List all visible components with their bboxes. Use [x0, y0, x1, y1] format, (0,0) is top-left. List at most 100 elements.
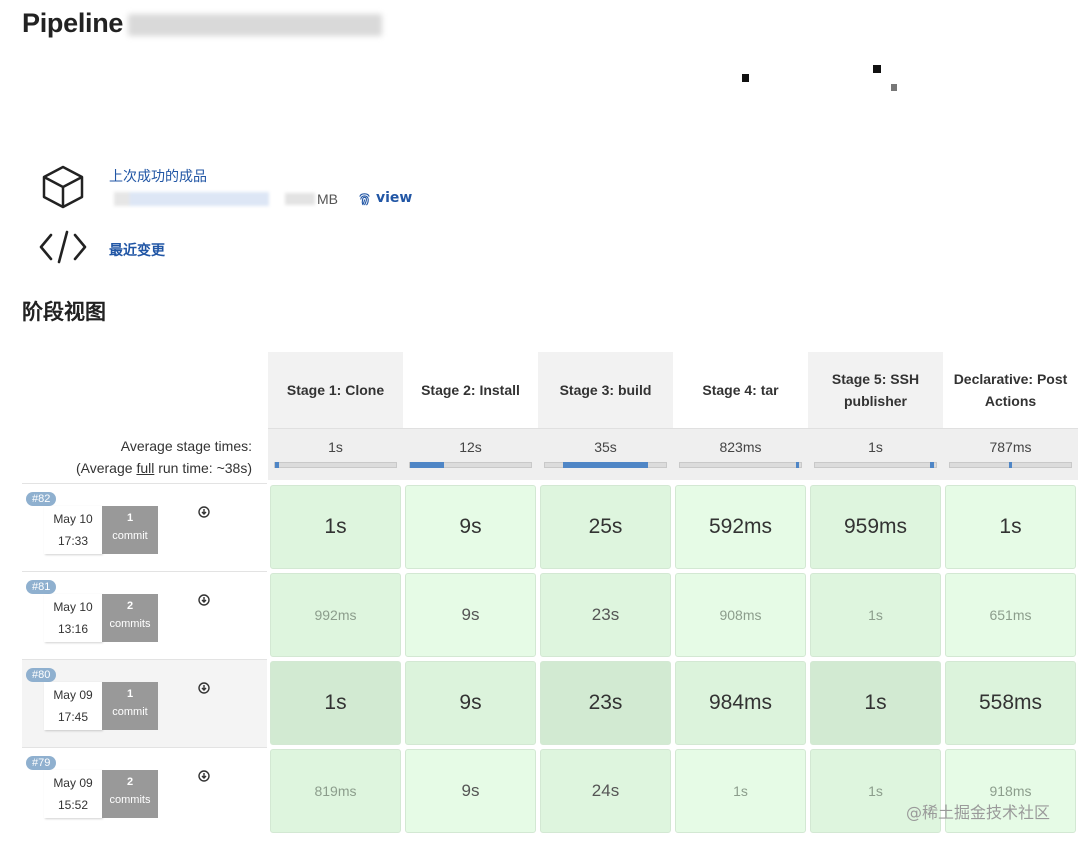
- stage-result-cell[interactable]: 9s: [405, 573, 536, 657]
- build-row-info[interactable]: #79 May 09 15:52 2 commits: [22, 747, 267, 835]
- view-fingerprint-link[interactable]: view: [357, 190, 412, 206]
- stage-result-cell[interactable]: 1s: [675, 749, 806, 833]
- stage-result-cell[interactable]: 1s: [270, 485, 401, 569]
- stage-average-time: 35s: [594, 439, 617, 455]
- commit-label: commits: [109, 794, 151, 806]
- stage-result-cell[interactable]: 984ms: [675, 661, 806, 745]
- artifact-size-unit: MB: [317, 191, 338, 207]
- stage-result-cell[interactable]: 9s: [405, 749, 536, 833]
- page-title: Pipeline: [22, 8, 124, 38]
- commits-button[interactable]: 2 commits: [102, 770, 158, 818]
- stage-average-bar: [544, 462, 667, 468]
- stage-result-cell[interactable]: 9s: [405, 485, 536, 569]
- build-row-info[interactable]: #82 May 10 17:33 1 commit: [22, 483, 267, 571]
- download-icon[interactable]: [198, 594, 210, 606]
- commit-count: 1: [126, 688, 134, 700]
- build-date-time: 15:52: [57, 798, 89, 812]
- stage-header: Stage 4: tar: [673, 352, 808, 428]
- commit-count: 1: [126, 512, 134, 524]
- redacted-artifact-filename[interactable]: [114, 192, 269, 206]
- stage-name: Stage 3: build: [559, 382, 652, 398]
- download-icon[interactable]: [198, 682, 210, 694]
- stage-result-cell[interactable]: 592ms: [675, 485, 806, 569]
- last-successful-artifacts-link[interactable]: 上次成功的成品: [109, 166, 207, 186]
- commits-button[interactable]: 1 commit: [102, 506, 158, 554]
- stage-result-cell[interactable]: 1s: [270, 661, 401, 745]
- stage-average-bar: [679, 462, 802, 468]
- build-date-day: May 10: [53, 600, 93, 614]
- stage-average-bar: [814, 462, 937, 468]
- build-date: May 10 17:33: [44, 506, 102, 554]
- stage-name: Declarative: Post Actions: [953, 371, 1068, 409]
- view-label[interactable]: view: [376, 190, 412, 206]
- commits-button[interactable]: 2 commits: [102, 594, 158, 642]
- build-number-badge[interactable]: #81: [26, 580, 57, 594]
- stage-average-bar: [949, 462, 1072, 468]
- image-artifact: [891, 84, 897, 91]
- stage-header: Stage 2: Install: [403, 352, 538, 428]
- stage-average-bar-fill: [930, 462, 934, 468]
- stage-name: Stage 2: Install: [421, 382, 520, 398]
- stage-average-bar-fill: [563, 462, 648, 468]
- download-icon[interactable]: [198, 770, 210, 782]
- stage-average: 12s: [403, 428, 538, 480]
- stage-average-time: 1s: [868, 439, 883, 455]
- commits-button[interactable]: 1 commit: [102, 682, 158, 730]
- build-date-time: 13:16: [57, 622, 89, 636]
- stage-result-cell[interactable]: 1s: [810, 661, 941, 745]
- stage-average-bar-fill: [1009, 462, 1012, 468]
- stage-result-cell[interactable]: 992ms: [270, 573, 401, 657]
- stage-average-bar-fill: [275, 462, 279, 468]
- build-row-info[interactable]: #81 May 10 13:16 2 commits: [22, 571, 267, 659]
- stage-average-time: 823ms: [719, 439, 762, 455]
- commit-label: commit: [112, 706, 148, 718]
- stage-result-cell[interactable]: 25s: [540, 485, 671, 569]
- build-number-badge[interactable]: #82: [26, 492, 57, 506]
- stage-result-cell[interactable]: 1s: [810, 573, 941, 657]
- stage-view-title: 阶段视图: [22, 300, 106, 324]
- package-icon: [42, 165, 84, 209]
- stage-result-cell[interactable]: 908ms: [675, 573, 806, 657]
- stage-average-bar: [274, 462, 397, 468]
- build-date-time: 17:45: [57, 710, 89, 724]
- code-icon: [39, 230, 87, 264]
- stage-result-cell[interactable]: 23s: [540, 573, 671, 657]
- stage-result-cell[interactable]: 651ms: [945, 573, 1076, 657]
- stage-average-bar-fill: [410, 462, 444, 468]
- redacted-job-name: [128, 14, 382, 36]
- stage-average: 823ms: [673, 428, 808, 480]
- stage-average: 35s: [538, 428, 673, 480]
- build-date: May 10 13:16: [44, 594, 102, 642]
- stage-result-cell[interactable]: 1s: [945, 485, 1076, 569]
- stage-result-cell[interactable]: 819ms: [270, 749, 401, 833]
- build-date: May 09 15:52: [44, 770, 102, 818]
- stage-name: Stage 1: Clone: [286, 382, 385, 398]
- stage-result-cell[interactable]: 24s: [540, 749, 671, 833]
- stage-result-cell[interactable]: 959ms: [810, 485, 941, 569]
- stage-header: Stage 5: SSH publisher: [808, 352, 943, 428]
- full-run-link[interactable]: full: [136, 460, 154, 476]
- average-run-prefix: (Average: [75, 460, 137, 476]
- build-number-badge[interactable]: #79: [26, 756, 57, 770]
- download-icon[interactable]: [198, 506, 210, 518]
- build-row-info[interactable]: #80 May 09 17:45 1 commit: [22, 659, 267, 747]
- build-date-time: 17:33: [57, 534, 89, 548]
- build-date: May 09 17:45: [44, 682, 102, 730]
- recent-changes-link[interactable]: 最近变更: [109, 240, 165, 260]
- commit-count: 2: [126, 776, 134, 788]
- image-artifact: [873, 65, 881, 73]
- build-date-day: May 10: [53, 512, 93, 526]
- average-stage-times-label: Average stage times:: [120, 438, 252, 454]
- stage-average-time: 787ms: [989, 439, 1032, 455]
- stage-average: 1s: [268, 428, 403, 480]
- stage-header: Declarative: Post Actions: [943, 352, 1078, 428]
- stage-average-bar-fill: [796, 462, 799, 468]
- stage-name: Stage 5: SSH publisher: [831, 371, 920, 409]
- stage-result-cell[interactable]: 23s: [540, 661, 671, 745]
- stage-result-cell[interactable]: 558ms: [945, 661, 1076, 745]
- stage-result-cell[interactable]: 9s: [405, 661, 536, 745]
- build-date-day: May 09: [53, 688, 93, 702]
- fingerprint-icon: [359, 192, 370, 205]
- build-number-badge[interactable]: #80: [26, 668, 57, 682]
- image-artifact: [742, 74, 749, 82]
